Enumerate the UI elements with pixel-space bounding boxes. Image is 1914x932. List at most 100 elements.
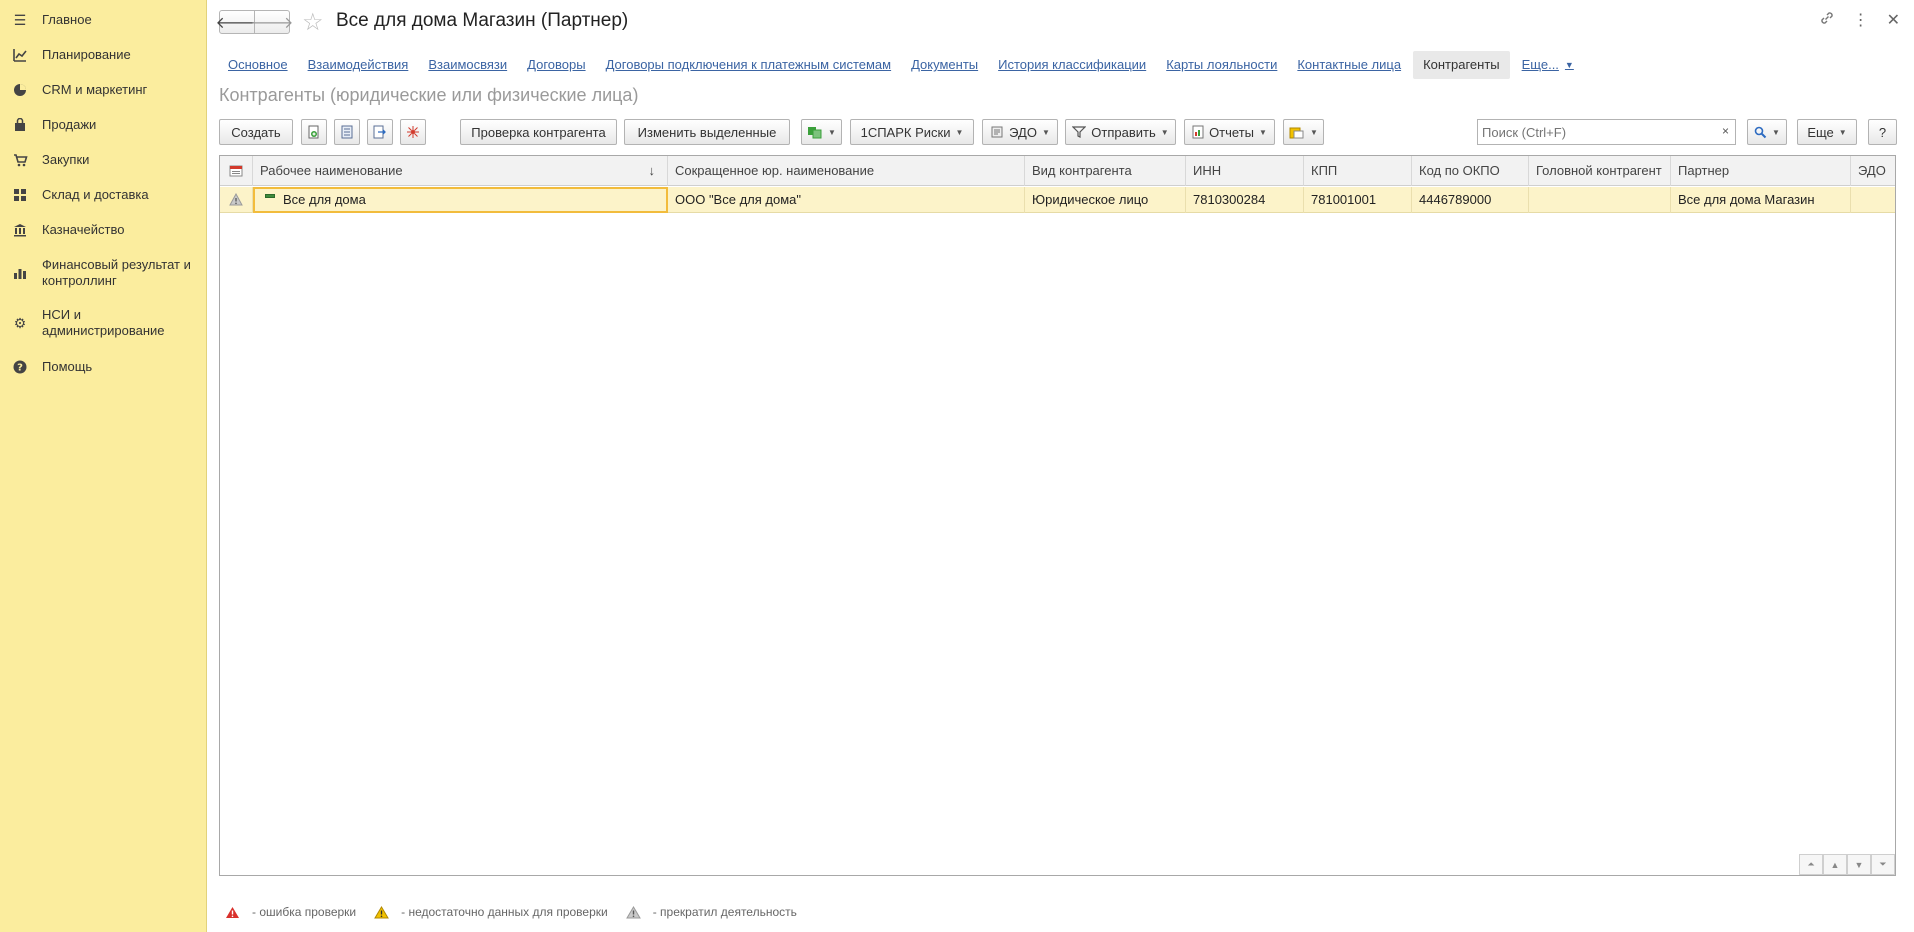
- list-button[interactable]: [334, 119, 360, 145]
- row-kpp-cell: 781001001: [1304, 187, 1412, 213]
- tab-relations[interactable]: Взаимосвязи: [420, 55, 515, 75]
- sidebar-item-label: Помощь: [42, 359, 93, 374]
- edit-selected-button[interactable]: Изменить выделенные: [624, 119, 790, 145]
- table-row[interactable]: Все для дома ООО "Все для дома" Юридичес…: [220, 187, 1895, 213]
- planning-icon: [12, 47, 28, 63]
- column-header-type[interactable]: Вид контрагента: [1025, 156, 1186, 186]
- scroll-controls: ⏶ ▲ ▼ ⏷: [1799, 854, 1895, 875]
- counterparties-table[interactable]: Рабочее наименование ↓ Сокращенное юр. н…: [219, 155, 1896, 876]
- bag-icon: [12, 117, 28, 133]
- scroll-down-button[interactable]: ▼: [1847, 854, 1871, 875]
- table-settings-icon: [229, 165, 243, 177]
- spark-risks-button[interactable]: 1СПАРК Риски ▼: [850, 119, 974, 145]
- tab-counterparties[interactable]: Контрагенты: [1413, 51, 1510, 79]
- chevron-down-icon: ▼: [1838, 127, 1847, 137]
- tab-contracts[interactable]: Договоры: [519, 55, 593, 75]
- spark-risks-label: 1СПАРК Риски: [860, 124, 951, 140]
- tab-loyalty-cards[interactable]: Карты лояльности: [1158, 55, 1285, 75]
- sidebar-item-purchases[interactable]: Закупки: [0, 152, 207, 168]
- section-title: Контрагенты (юридические или физические …: [219, 85, 639, 105]
- search-input[interactable]: [1478, 120, 1718, 144]
- sort-desc-icon[interactable]: ↓: [649, 156, 656, 186]
- legend-ceased-label: - прекратил деятельность: [652, 905, 797, 919]
- sidebar-item-main[interactable]: ☰ Главное: [0, 12, 207, 28]
- search-options-button[interactable]: ▼: [1747, 119, 1787, 145]
- bar-chart-icon: [12, 265, 28, 281]
- structure-icon: [407, 126, 419, 138]
- tab-interactions[interactable]: Взаимодействия: [300, 55, 417, 75]
- tab-contacts[interactable]: Контактные лица: [1289, 55, 1409, 75]
- sidebar-item-help[interactable]: ? Помощь: [0, 359, 207, 375]
- column-header-edo[interactable]: ЭДО: [1851, 156, 1897, 186]
- row-okpo-cell: 4446789000: [1412, 187, 1529, 213]
- row-name-cell[interactable]: Все для дома: [253, 187, 668, 213]
- sidebar-item-warehouse[interactable]: Склад и доставка: [0, 187, 207, 203]
- main-content: 🡐 🡒 ☆ Все для дома Магазин (Партнер) ⋮ ✕…: [208, 0, 1914, 932]
- sidebar-item-label: Казначейство: [42, 222, 125, 237]
- tab-main[interactable]: Основное: [220, 55, 296, 75]
- ceased-warning-icon: [229, 192, 243, 206]
- sidebar-item-planning[interactable]: Планирование: [0, 47, 207, 63]
- tab-documents[interactable]: Документы: [903, 55, 986, 75]
- chevron-down-icon: ▼: [1564, 60, 1574, 70]
- create-button[interactable]: Создать: [219, 119, 293, 145]
- cart-icon: [12, 152, 28, 168]
- sidebar-item-finance[interactable]: Финансовый результат и контроллинг: [0, 257, 207, 289]
- column-header-name[interactable]: Рабочее наименование ↓: [253, 156, 668, 186]
- sidebar-item-nsi[interactable]: ⚙ НСИ и администрирование: [0, 307, 207, 339]
- search-icon: [1754, 126, 1767, 138]
- print-button[interactable]: ▼: [1283, 119, 1324, 145]
- sidebar-item-treasury[interactable]: Казначейство: [0, 222, 207, 238]
- row-name-text: Все для дома: [283, 192, 366, 207]
- row-status-cell: [220, 187, 253, 213]
- exchange-icon: [808, 127, 822, 139]
- sidebar-item-sales[interactable]: Продажи: [0, 117, 207, 133]
- tab-more[interactable]: Еще... ▼: [1514, 55, 1582, 75]
- group-item-icon: [265, 193, 275, 198]
- chevron-down-icon: ▼: [955, 127, 964, 137]
- edo-button[interactable]: ЭДО ▼: [982, 119, 1058, 145]
- reports-button[interactable]: Отчеты ▼: [1184, 119, 1275, 145]
- row-inn-cell: 7810300284: [1186, 187, 1304, 213]
- legend-insufficient-label: - недостаточно данных для проверки: [401, 905, 608, 919]
- favorite-star-icon[interactable]: ☆: [302, 8, 324, 37]
- export-button[interactable]: [367, 119, 393, 145]
- column-header-short-name[interactable]: Сокращенное юр. наименование: [668, 156, 1025, 186]
- scroll-top-button[interactable]: ⏶: [1799, 854, 1823, 875]
- structure-button[interactable]: [400, 119, 426, 145]
- send-button[interactable]: Отправить ▼: [1065, 119, 1176, 145]
- warehouse-grid-icon: [12, 187, 28, 203]
- scroll-bottom-button[interactable]: ⏷: [1871, 854, 1895, 875]
- column-header-okpo[interactable]: Код по ОКПО: [1412, 156, 1529, 186]
- copy-button[interactable]: [301, 119, 327, 145]
- search-field[interactable]: ×: [1477, 119, 1736, 145]
- sidebar-item-label: НСИ и администрирование: [42, 307, 165, 338]
- column-header-head[interactable]: Головной контрагент: [1529, 156, 1671, 186]
- column-header-inn[interactable]: ИНН: [1186, 156, 1304, 186]
- column-status-header[interactable]: [220, 156, 253, 186]
- gear-icon: ⚙: [13, 314, 27, 331]
- sidebar-item-label: Склад и доставка: [42, 187, 149, 202]
- more-actions-button[interactable]: Еще ▼: [1797, 119, 1857, 145]
- sidebar-item-crm[interactable]: CRM и маркетинг: [0, 82, 207, 98]
- column-header-partner[interactable]: Партнер: [1671, 156, 1851, 186]
- help-button[interactable]: ?: [1868, 119, 1897, 145]
- tab-classification-history[interactable]: История классификации: [990, 55, 1154, 75]
- exchange-button[interactable]: ▼: [801, 119, 842, 145]
- more-vertical-icon[interactable]: ⋮: [1853, 10, 1869, 31]
- print-icon: [1289, 127, 1304, 139]
- row-head-cell: [1529, 187, 1671, 213]
- send-icon: [1072, 126, 1087, 138]
- search-clear-icon[interactable]: ×: [1722, 124, 1729, 138]
- page-title: Все для дома Магазин (Партнер): [336, 10, 629, 31]
- tab-payment-contracts[interactable]: Договоры подключения к платежным система…: [598, 55, 900, 75]
- check-counterparty-button[interactable]: Проверка контрагента: [460, 119, 617, 145]
- column-header-kpp[interactable]: КПП: [1304, 156, 1412, 186]
- close-icon[interactable]: ✕: [1887, 10, 1900, 31]
- link-icon[interactable]: [1819, 10, 1835, 31]
- legend-error: - ошибка проверки: [225, 905, 356, 919]
- forward-button[interactable]: 🡒: [251, 10, 293, 34]
- scroll-up-button[interactable]: ▲: [1823, 854, 1847, 875]
- toolbar: Создать Проверка контрагента Изменить вы…: [219, 119, 1900, 145]
- row-short-name-cell: ООО "Все для дома": [668, 187, 1025, 213]
